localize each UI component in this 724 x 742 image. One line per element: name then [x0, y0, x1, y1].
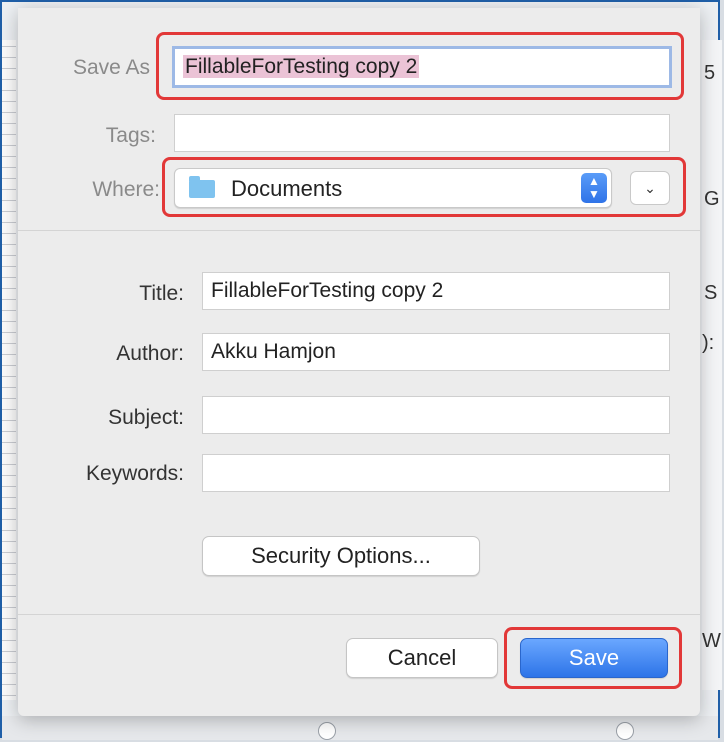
where-highlight — [162, 157, 686, 217]
security-options-button[interactable]: Security Options... — [202, 536, 480, 576]
title-label: Title: — [139, 282, 184, 305]
background-radio — [318, 722, 336, 740]
subject-label: Subject: — [108, 406, 184, 429]
save-as-label: Save As — [72, 56, 150, 79]
author-field[interactable]: Akku Hamjon — [202, 333, 670, 371]
background-text: G — [704, 188, 720, 210]
background-document-right: 5 G S ): W — [702, 40, 722, 690]
background-text: W — [702, 630, 721, 652]
divider — [18, 230, 700, 231]
author-label: Author: — [116, 342, 184, 365]
tags-label: Tags: — [105, 124, 156, 147]
tags-field[interactable] — [174, 114, 670, 152]
background-document-left — [2, 40, 16, 700]
title-field[interactable]: FillableForTesting copy 2 — [202, 272, 670, 310]
save-as-highlight — [156, 32, 684, 100]
divider — [18, 614, 700, 615]
background-radio — [616, 722, 634, 740]
background-bottom-strip — [2, 716, 718, 740]
background-text: ): — [702, 332, 715, 354]
keywords-label: Keywords: — [85, 462, 184, 485]
where-label: Where: — [92, 178, 160, 201]
subject-field[interactable] — [202, 396, 670, 434]
save-highlight — [504, 627, 682, 689]
save-dialog: Save As FillableForTesting copy 2 Tags: … — [18, 8, 700, 716]
background-text: S — [704, 282, 718, 304]
cancel-button[interactable]: Cancel — [346, 638, 498, 678]
keywords-field[interactable] — [202, 454, 670, 492]
background-text: 5 — [704, 62, 716, 84]
